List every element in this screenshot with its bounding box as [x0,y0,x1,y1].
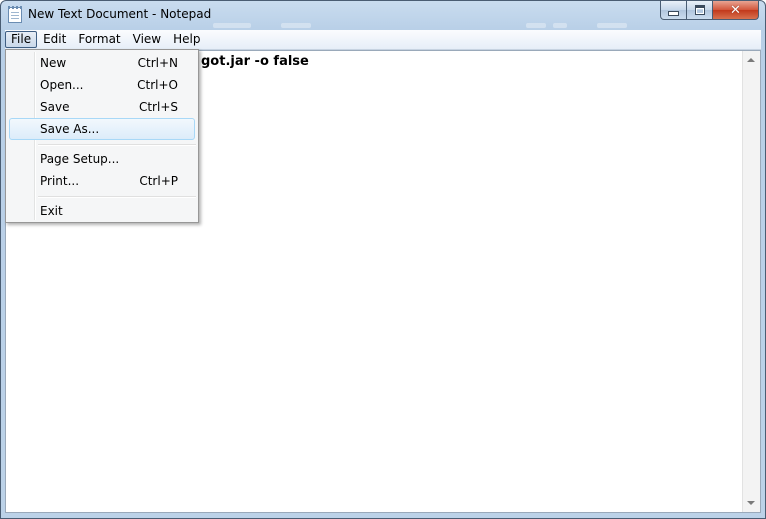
menu-item-shortcut: Ctrl+P [139,174,178,188]
scroll-up-icon[interactable] [747,58,755,62]
menu-help[interactable]: Help [167,31,206,48]
menu-item-shortcut: Ctrl+S [138,100,178,114]
maximize-button[interactable] [687,1,713,20]
menu-separator [38,196,196,198]
close-button[interactable]: ✕ [713,1,759,20]
menu-format[interactable]: Format [72,31,126,48]
scroll-down-icon[interactable] [747,501,755,505]
menu-item-new[interactable]: New Ctrl+N [9,52,195,74]
menu-item-shortcut: Ctrl+O [137,78,178,92]
titlebar-glare [553,23,567,28]
title-bar[interactable]: New Text Document - Notepad ✕ [1,1,765,30]
menu-item-label: Print... [40,174,80,188]
titlebar-glare [281,23,311,28]
menu-item-label: Exit [40,204,63,218]
menu-item-save-as[interactable]: Save As... [9,118,195,140]
window-bottom-border [5,513,761,518]
titlebar-glare [213,23,251,28]
menu-item-open[interactable]: Open... Ctrl+O [9,74,195,96]
caption-buttons: ✕ [660,1,759,21]
menu-item-shortcut: Ctrl+N [137,56,178,70]
menu-item-exit[interactable]: Exit [9,200,195,222]
menu-bar: File Edit Format View Help [5,30,761,50]
menu-item-save[interactable]: Save Ctrl+S [9,96,195,118]
titlebar-glare [526,23,546,28]
menu-edit[interactable]: Edit [37,31,72,48]
menu-item-label: Page Setup... [40,152,120,166]
menu-view[interactable]: View [127,31,167,48]
menu-item-page-setup[interactable]: Page Setup... [9,148,195,170]
maximize-icon [694,5,705,15]
file-menu-dropdown: New Ctrl+N Open... Ctrl+O Save Ctrl+S Sa… [5,49,199,223]
menu-item-print[interactable]: Print... Ctrl+P [9,170,195,192]
vertical-scrollbar[interactable] [742,51,760,512]
menu-item-label: New [40,56,67,70]
notepad-app-icon[interactable] [8,6,22,23]
close-icon: ✕ [730,2,741,18]
menu-item-label: Save [40,100,70,114]
menu-separator [38,144,196,146]
menu-file[interactable]: File [5,31,38,48]
titlebar-glare [597,23,627,28]
window-title: New Text Document - Notepad [28,7,212,21]
minimize-button[interactable] [660,1,687,20]
menu-item-label: Save As... [40,122,100,136]
editor-content[interactable]: got.jar -o false [201,54,309,69]
menu-item-label: Open... [40,78,84,92]
minimize-icon [668,10,679,16]
